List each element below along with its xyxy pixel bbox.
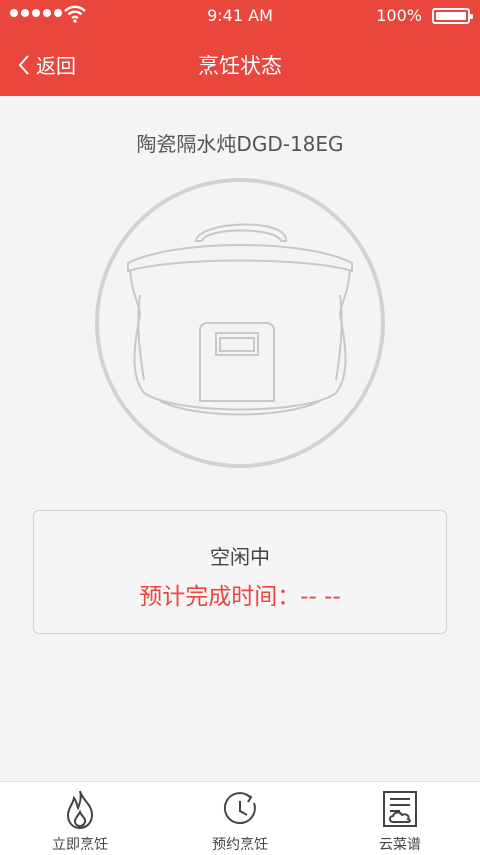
page-title: 烹饪状态: [198, 54, 282, 78]
tab-cook-now[interactable]: 立即烹饪: [20, 782, 140, 855]
flame-icon: [66, 790, 94, 830]
tab-cloud-recipes[interactable]: 云菜谱: [340, 782, 460, 855]
clock-icon: [223, 792, 256, 825]
battery-icon: [432, 8, 473, 24]
tab-scheduled-cook[interactable]: 预约烹饪: [180, 782, 300, 855]
device-name: 陶瓷隔水炖DGD-18EG: [136, 132, 344, 156]
status-bar: 9:41 AM 100%: [0, 0, 480, 32]
cooker-icon: [127, 223, 353, 416]
top-bar: 9:41 AM 100% 返回 烹饪状态: [0, 0, 480, 96]
tab-label: 预约烹饪: [212, 837, 268, 853]
cooking-state: 空闲中: [210, 545, 270, 569]
tab-bar: 立即烹饪 预约烹饪 云菜谱: [0, 781, 480, 855]
battery-percent: 100%: [376, 6, 422, 25]
status-panel: 空闲中 预计完成时间：-- --: [33, 510, 447, 634]
cloud-recipe-icon: [383, 791, 417, 827]
tab-label: 立即烹饪: [52, 837, 108, 853]
estimated-finish-time: 预计完成时间：-- --: [139, 584, 341, 610]
tab-label: 云菜谱: [379, 837, 421, 853]
